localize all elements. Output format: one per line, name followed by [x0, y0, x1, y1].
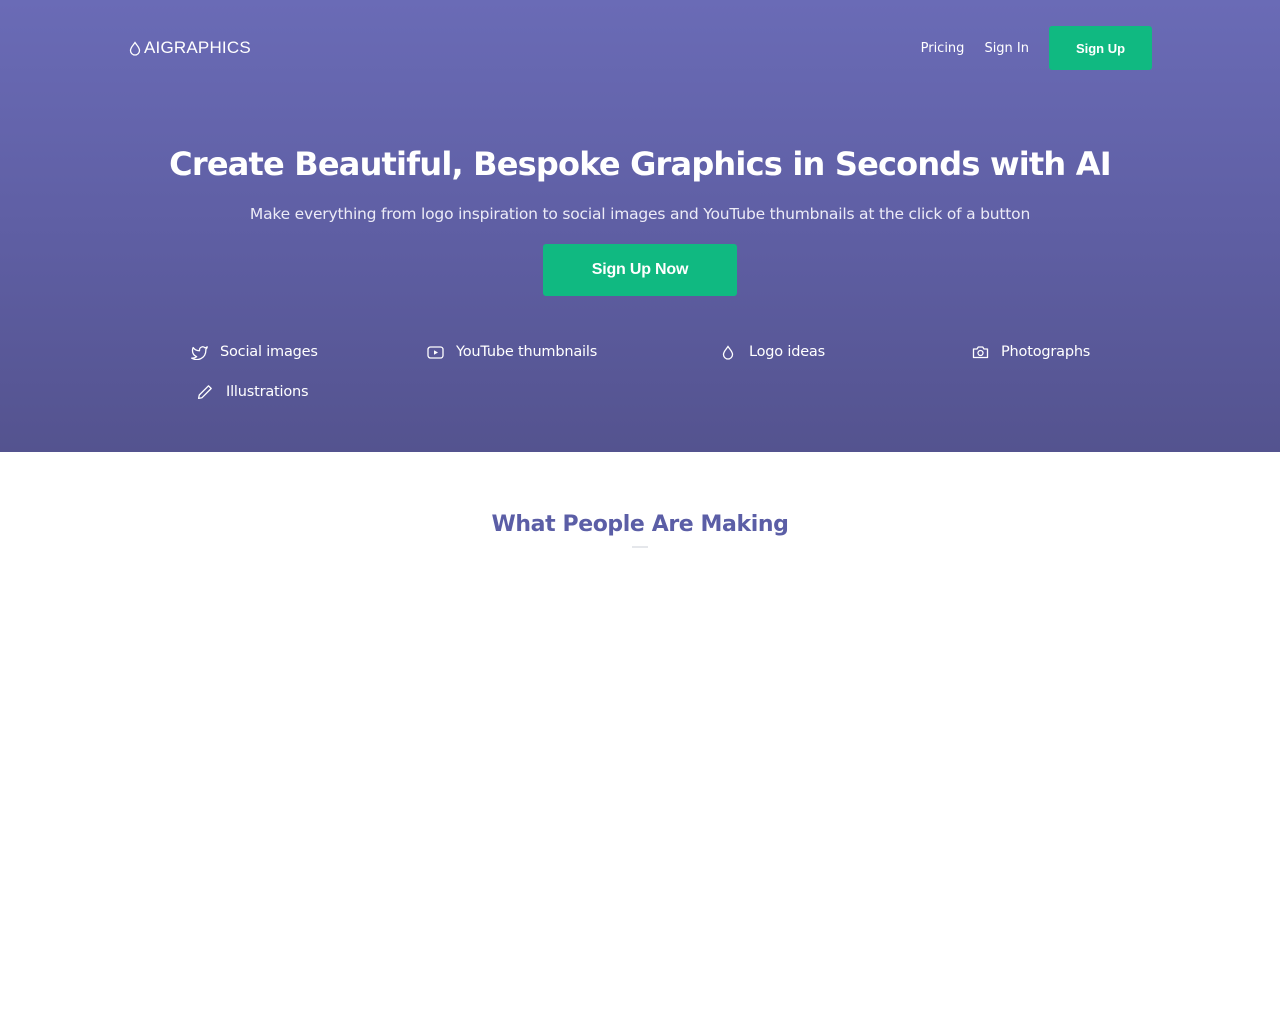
feature-label: Logo ideas [749, 344, 825, 360]
hero-subtitle: Make everything from logo inspiration to… [249, 205, 1031, 223]
droplet-icon [128, 40, 142, 56]
feature-label: Social images [220, 344, 318, 360]
feature-label: YouTube thumbnails [456, 344, 598, 360]
feature-photographs: Photographs [971, 340, 1090, 364]
feature-label: Illustrations [226, 384, 309, 400]
section-divider [632, 546, 648, 548]
top-nav: Pricing Sign In Sign Up [921, 26, 1152, 70]
hero-section: AIGRAPHICS Pricing Sign In Sign Up Creat… [0, 0, 1280, 452]
brand-logo[interactable]: AIGRAPHICS [128, 37, 251, 59]
feature-youtube-thumbnails: YouTube thumbnails [426, 340, 597, 364]
feature-label: Photographs [1001, 344, 1091, 360]
twitter-bird-icon [190, 343, 208, 361]
hero-title: Create Beautiful, Bespoke Graphics in Se… [169, 145, 1111, 183]
droplet-icon [719, 343, 737, 361]
youtube-play-icon [426, 343, 444, 361]
gallery-section-title: What People Are Making [491, 512, 789, 537]
nav-sign-up-button[interactable]: Sign Up [1049, 26, 1152, 70]
nav-pricing-link[interactable]: Pricing [921, 41, 965, 56]
feature-logo-ideas: Logo ideas [719, 340, 825, 364]
feature-illustrations: Illustrations [196, 380, 309, 404]
pencil-icon [196, 383, 214, 401]
feature-social-images: Social images [190, 340, 318, 364]
brand-name: AIGRAPHICS [144, 38, 251, 57]
camera-icon [971, 343, 989, 361]
nav-sign-in-link[interactable]: Sign In [984, 41, 1029, 56]
sign-up-now-button[interactable]: Sign Up Now [543, 244, 737, 296]
